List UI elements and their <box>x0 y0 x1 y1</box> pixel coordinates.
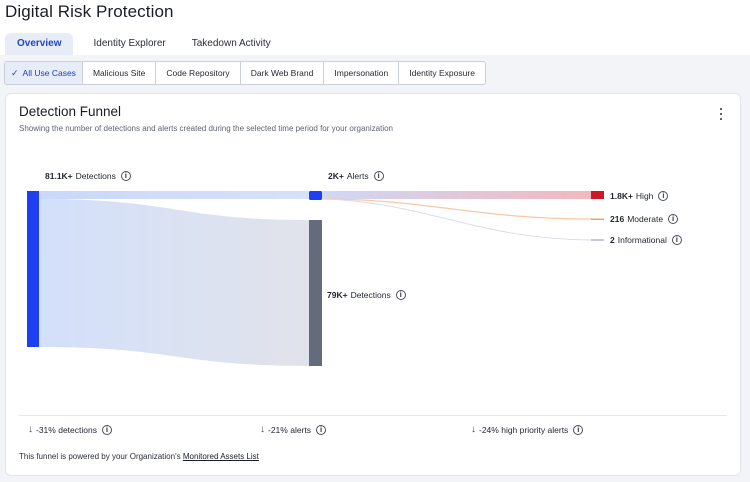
tab-bar: Overview Identity Explorer Takedown Acti… <box>5 33 283 55</box>
filter-code-repository[interactable]: Code Repository <box>155 62 239 84</box>
filter-identity-exposure[interactable]: Identity Exposure <box>398 62 485 84</box>
info-icon[interactable]: i <box>668 214 679 224</box>
node-alerts <box>309 191 322 200</box>
node-other-detections <box>309 220 322 366</box>
severity-informational-label: 2 Informational i <box>610 235 682 245</box>
stat-high-priority-change: ↓ -24% high priority alerts i <box>471 424 584 435</box>
checkmark-icon: ✓ <box>11 68 19 78</box>
arrow-down-icon: ↓ <box>471 424 476 435</box>
filter-malicious-site[interactable]: Malicious Site <box>81 62 155 84</box>
filter-label: All Use Cases <box>22 68 76 78</box>
stat-detections-change: ↓ -31% detections i <box>28 424 112 435</box>
flow-detections-to-alerts <box>39 191 309 199</box>
node-moderate <box>591 218 604 220</box>
node-high <box>591 191 604 199</box>
info-icon[interactable]: i <box>658 191 669 201</box>
flow-alerts-to-informational <box>321 198 592 241</box>
filter-impersonation[interactable]: Impersonation <box>323 62 398 84</box>
page-title: Digital Risk Protection <box>5 2 174 21</box>
footer-note: This funnel is powered by your Organizat… <box>19 452 259 461</box>
filter-dark-web-brand[interactable]: Dark Web Brand <box>239 62 324 84</box>
monitored-assets-link[interactable]: Monitored Assets List <box>183 452 259 461</box>
info-icon[interactable]: i <box>671 235 682 245</box>
alerts-label: 2K+ Alerts i <box>328 171 384 181</box>
tab-identity-explorer[interactable]: Identity Explorer <box>81 33 177 55</box>
tab-takedown-activity[interactable]: Takedown Activity <box>180 33 283 55</box>
severity-high-label: 1.8K+ High i <box>610 191 669 201</box>
info-icon[interactable]: i <box>316 424 327 435</box>
flow-detections-to-other <box>39 199 309 366</box>
divider <box>19 415 727 416</box>
node-total-detections <box>27 191 39 347</box>
tab-overview[interactable]: Overview <box>5 33 74 55</box>
stat-alerts-change: ↓ -21% alerts i <box>260 424 327 435</box>
node-informational <box>591 239 604 241</box>
flow-alerts-to-high <box>322 191 591 199</box>
info-icon[interactable]: i <box>120 171 131 181</box>
arrow-down-icon: ↓ <box>260 424 265 435</box>
severity-moderate-label: 216 Moderate i <box>610 214 679 224</box>
info-icon[interactable]: i <box>101 424 112 435</box>
info-icon[interactable]: i <box>373 171 384 181</box>
info-icon[interactable]: i <box>395 290 406 300</box>
other-detections-label: 79K+ Detections i <box>327 290 406 300</box>
detection-funnel-card: Detection Funnel Showing the number of d… <box>5 93 741 476</box>
info-icon[interactable]: i <box>573 424 584 435</box>
arrow-down-icon: ↓ <box>28 424 33 435</box>
funnel-diagram <box>27 191 604 366</box>
filter-all-use-cases[interactable]: ✓ All Use Cases <box>5 62 82 84</box>
use-case-filter-group: ✓ All Use Cases Malicious Site Code Repos… <box>4 61 486 85</box>
total-detections-label: 81.1K+ Detections i <box>45 171 131 181</box>
